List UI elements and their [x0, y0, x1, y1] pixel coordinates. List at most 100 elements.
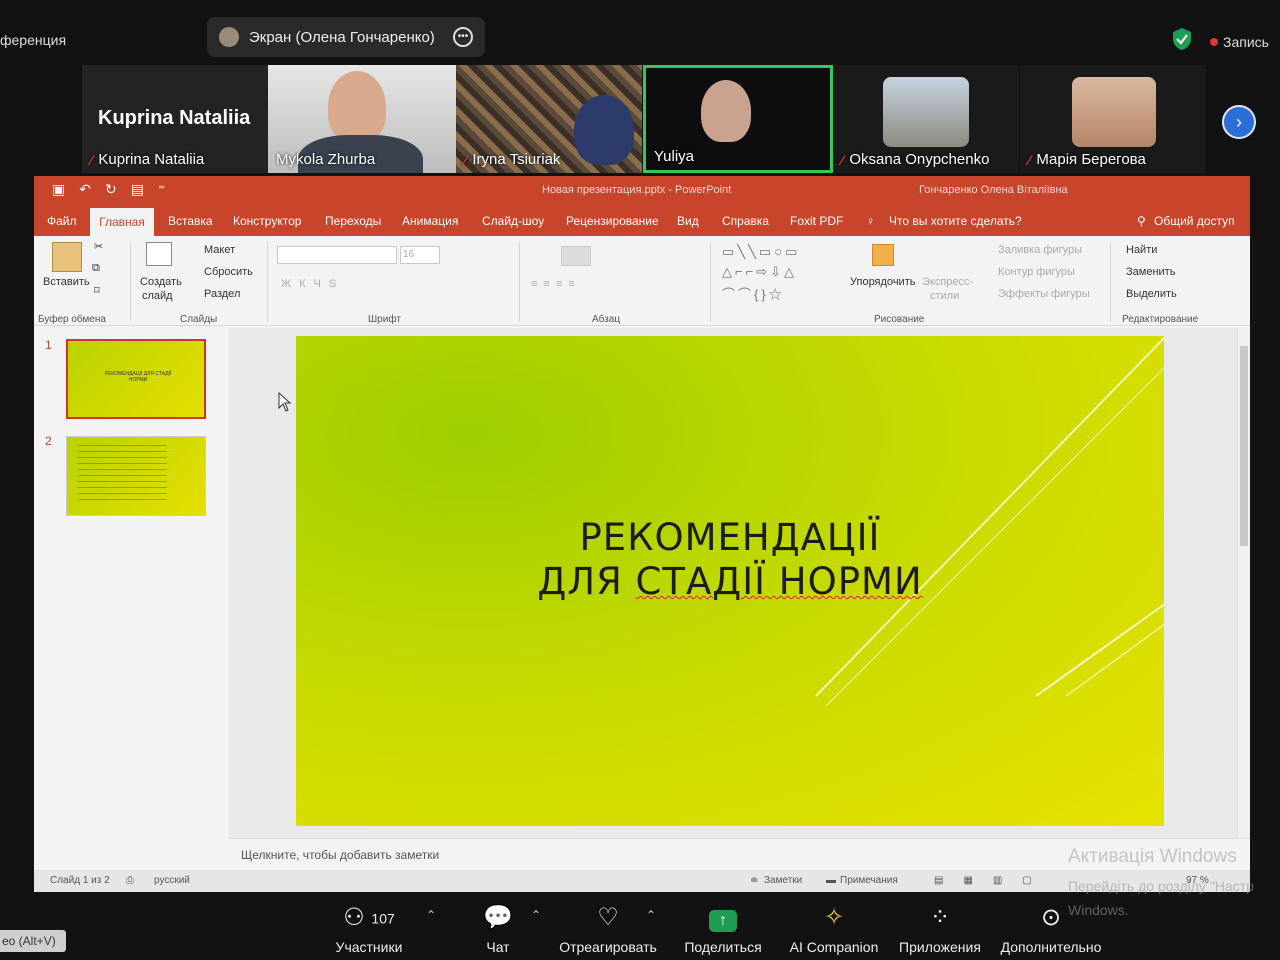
- paste-icon[interactable]: [52, 242, 82, 272]
- paste-button[interactable]: Вставить: [43, 276, 90, 288]
- arrange-button[interactable]: Упорядочить: [850, 276, 915, 288]
- start-slideshow-icon[interactable]: ▤: [131, 181, 144, 198]
- participant-tile[interactable]: ⁄ Марія Берегова: [1020, 65, 1206, 173]
- more-icon: ⊙: [1040, 904, 1062, 931]
- language-status[interactable]: русский: [154, 875, 190, 886]
- replace-button[interactable]: Заменить: [1126, 266, 1175, 278]
- participant-video: [701, 80, 751, 142]
- notes-placeholder[interactable]: Щелкните, чтобы добавить заметки: [241, 848, 439, 862]
- tab-foxit-pdf[interactable]: Foxit PDF: [790, 214, 843, 228]
- list-icon[interactable]: [561, 246, 591, 266]
- slide-title-line2: ДЛЯ СТАДІЇ НОРМИ: [296, 560, 1164, 604]
- cut-icon[interactable]: ✂: [94, 240, 103, 253]
- apps-icon: ⁘: [929, 904, 951, 931]
- redo-icon[interactable]: ↻: [105, 181, 117, 198]
- shapes-gallery-row2[interactable]: △⌐⌐⇨⇩△: [722, 264, 797, 280]
- shape-fill-button[interactable]: Заливка фигуры: [998, 244, 1082, 256]
- slide-thumbnail-2[interactable]: [66, 436, 206, 516]
- slide-title[interactable]: РЕКОМЕНДАЦІЇ ДЛЯ СТАДІЇ НОРМИ: [296, 516, 1164, 604]
- screen-share-indicator[interactable]: Экран (Олена Гончаренко) •••: [207, 17, 485, 57]
- spellcheck-icon[interactable]: ⎙: [126, 875, 134, 886]
- new-slide-icon[interactable]: [146, 242, 172, 266]
- tab-home[interactable]: Главная: [90, 208, 154, 236]
- view-buttons[interactable]: ▤▦▥▢: [934, 875, 1052, 886]
- shape-effects-button[interactable]: Эффекты фигуры: [998, 288, 1090, 300]
- notes-toggle[interactable]: Заметки: [764, 875, 802, 886]
- slide-thumbnail-1[interactable]: РЕКОМЕНДАЦІЇ ДЛЯ СТАДІЇ НОРМИ: [66, 339, 206, 419]
- next-page-button[interactable]: ›: [1222, 105, 1256, 139]
- more-options-icon[interactable]: •••: [453, 27, 473, 47]
- current-slide[interactable]: РЕКОМЕНДАЦІЇ ДЛЯ СТАДІЇ НОРМИ: [296, 336, 1164, 826]
- video-shortcut-hint[interactable]: eo (Alt+V): [0, 930, 66, 952]
- section-button[interactable]: Раздел: [204, 288, 240, 300]
- more-button[interactable]: ⊙ Дополнительно: [996, 902, 1106, 955]
- tab-animations[interactable]: Анимация: [402, 214, 458, 228]
- notes-toggle-icon: ≐: [750, 875, 759, 886]
- participants-caret-icon[interactable]: ⌃: [426, 908, 436, 922]
- more-label: Дополнительно: [1000, 939, 1102, 955]
- participant-tile-active[interactable]: Yuliya: [643, 65, 833, 173]
- apps-button[interactable]: ⁘ Приложения: [885, 902, 995, 955]
- format-painter-icon[interactable]: ⌑: [94, 284, 100, 297]
- screen-share-label: Экран (Олена Гончаренко): [249, 28, 435, 46]
- align-buttons[interactable]: ≡≡≡≡: [531, 278, 581, 290]
- react-caret-icon[interactable]: ⌃: [646, 908, 656, 922]
- participant-name: Марія Берегова: [1036, 151, 1146, 168]
- slide-title-line1: РЕКОМЕНДАЦІЇ: [579, 516, 881, 559]
- tab-transitions[interactable]: Переходы: [325, 214, 381, 228]
- find-button[interactable]: Найти: [1126, 244, 1157, 256]
- thumbnail-text-lines: [77, 445, 167, 505]
- muted-mic-icon: ⁄: [1028, 151, 1031, 168]
- font-format-buttons[interactable]: ЖКЧS: [281, 278, 344, 290]
- ribbon-divider: [130, 242, 131, 322]
- participant-tile[interactable]: Mykola Zhurba: [268, 65, 456, 173]
- tab-slideshow[interactable]: Слайд-шоу: [482, 214, 544, 228]
- select-button[interactable]: Выделить: [1126, 288, 1177, 300]
- participant-name: Mykola Zhurba: [276, 151, 376, 168]
- shapes-gallery-row3[interactable]: ⌒⌒{}☆: [722, 284, 785, 303]
- layout-button[interactable]: Макет: [204, 244, 235, 256]
- customize-qat-icon[interactable]: ⁼: [158, 181, 165, 198]
- shapes-gallery[interactable]: ▭╲╲▭○▭: [722, 244, 800, 260]
- font-name-select[interactable]: [277, 246, 397, 264]
- participant-tile[interactable]: ⁄ Iryna Tsiuriak: [456, 65, 642, 173]
- arrange-icon[interactable]: [872, 244, 894, 266]
- copy-icon[interactable]: ⧉: [92, 262, 100, 275]
- security-shield-icon[interactable]: [1171, 27, 1193, 51]
- shape-outline-button[interactable]: Контур фигуры: [998, 266, 1075, 278]
- chat-label: Чат: [486, 939, 510, 955]
- recording-indicator[interactable]: Запись: [1210, 34, 1269, 50]
- participants-button[interactable]: ⚇ 107 Участники: [314, 902, 424, 955]
- quick-styles-button-line2[interactable]: стили: [930, 290, 959, 302]
- participant-tile[interactable]: Kuprina Nataliia ⁄ Kuprina Nataliia: [82, 65, 268, 173]
- tab-help[interactable]: Справка: [722, 214, 769, 228]
- chat-caret-icon[interactable]: ⌃: [531, 908, 541, 922]
- participant-name: Kuprina Nataliia: [98, 151, 205, 168]
- participant-tile[interactable]: ⁄ Oksana Onypchenko: [833, 65, 1019, 173]
- reset-button[interactable]: Сбросить: [204, 266, 253, 278]
- comments-toggle[interactable]: Примечания: [840, 875, 898, 886]
- ribbon-divider: [710, 242, 711, 322]
- undo-icon[interactable]: ↶: [79, 181, 91, 198]
- powerpoint-window: ▣ ↶ ↻ ▤ ⁼ Новая презентация.pptx - Power…: [34, 176, 1250, 892]
- ai-companion-button[interactable]: ✧ AI Companion: [779, 902, 889, 955]
- tell-me-input[interactable]: Что вы хотите сделать?: [889, 214, 1022, 228]
- new-slide-button-line2[interactable]: слайд: [142, 290, 173, 302]
- share-icon: ⚲: [1137, 214, 1146, 228]
- tab-design[interactable]: Конструктор: [233, 214, 301, 228]
- document-title: Новая презентация.pptx - PowerPoint: [542, 184, 732, 196]
- new-slide-button[interactable]: Создать: [140, 276, 182, 288]
- tab-review[interactable]: Рецензирование: [566, 214, 659, 228]
- slide-title-line2-part1: ДЛЯ: [537, 560, 636, 603]
- font-size-select[interactable]: 16: [400, 246, 440, 264]
- share-screen-button[interactable]: ↑ Поделиться: [668, 902, 778, 955]
- quick-styles-button[interactable]: Экспресс-: [922, 276, 973, 288]
- vertical-scrollbar[interactable]: [1237, 328, 1250, 838]
- scrollbar-thumb[interactable]: [1240, 346, 1248, 546]
- tab-file[interactable]: Файл: [47, 214, 77, 228]
- tab-view[interactable]: Вид: [677, 214, 699, 228]
- slide-title-line2-part2: СТАДІЇ НОРМИ: [635, 560, 923, 603]
- save-icon[interactable]: ▣: [52, 181, 65, 198]
- tab-insert[interactable]: Вставка: [168, 214, 213, 228]
- share-button[interactable]: Общий доступ: [1154, 214, 1235, 228]
